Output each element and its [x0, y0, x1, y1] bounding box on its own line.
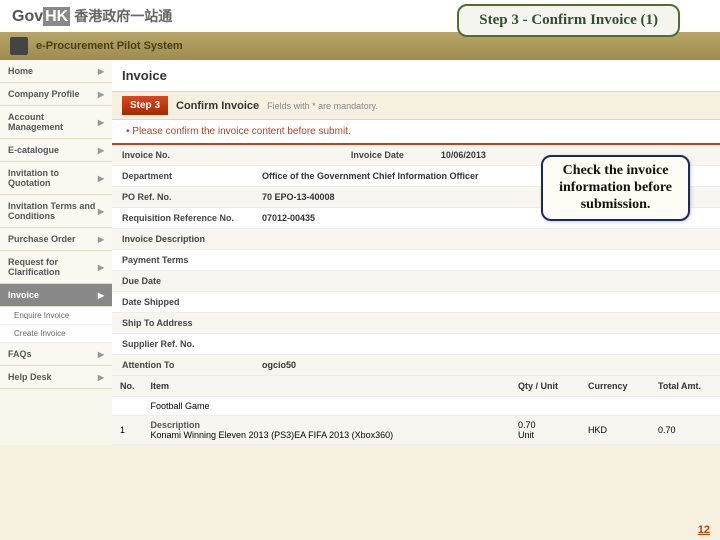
line-desc: Konami Winning Eleven 2013 (PS3)EA FIFA … [151, 430, 503, 440]
label-payment-terms: Payment Terms [112, 250, 252, 271]
label-req-ref: Requisition Reference No. [112, 208, 252, 229]
table-row: 1 Description Konami Winning Eleven 2013… [112, 416, 720, 445]
label-invoice-desc: Invoice Description [112, 229, 252, 250]
sidebar-sub-create-invoice[interactable]: Create Invoice [0, 325, 112, 343]
sidebar-item-invitation-quotation[interactable]: Invitation to Quotation▶ [0, 162, 112, 195]
col-item: Item [143, 376, 511, 397]
value-attention-to: ogcio50 [252, 355, 720, 376]
line-desc-label: Description [151, 420, 503, 430]
step-indicator: Step 3 Confirm Invoice Fields with * are… [112, 91, 720, 120]
sidebar-item-label: Request for Clarification [8, 257, 98, 277]
value-supplier-ref [252, 334, 720, 355]
sidebar-item-label: Purchase Order [8, 234, 76, 244]
chevron-right-icon: ▶ [98, 67, 104, 76]
slide-page-number: 12 [698, 524, 710, 536]
confirm-message: Please confirm the invoice content befor… [112, 120, 720, 145]
value-invoice-desc [252, 229, 720, 250]
step-title-callout: Step 3 - Confirm Invoice (1) [457, 4, 680, 37]
system-icon [10, 37, 28, 55]
sidebar: Home ▶ Company Profile ▶ Account Managemen… [0, 60, 112, 445]
sidebar-item-label: Company Profile [8, 89, 80, 99]
sidebar-item-ecatalogue[interactable]: E-catalogue ▶ [0, 139, 112, 162]
system-title: e-Procurement Pilot System [36, 40, 183, 52]
logo-chinese: 香港政府一站通 [74, 8, 172, 24]
chevron-right-icon: ▶ [98, 174, 104, 183]
label-date-shipped: Date Shipped [112, 292, 252, 313]
sidebar-item-helpdesk[interactable]: Help Desk ▶ [0, 366, 112, 389]
content-area: Invoice Step 3 Confirm Invoice Fields wi… [112, 60, 720, 445]
chevron-right-icon: ▶ [98, 118, 104, 127]
callout-line3: submission. [559, 197, 672, 214]
logo-suffix: HK [43, 7, 70, 26]
sidebar-item-company-profile[interactable]: Company Profile ▶ [0, 83, 112, 106]
line-currency: HKD [580, 416, 650, 445]
sidebar-item-account-management[interactable]: Account Management▶ [0, 106, 112, 139]
sidebar-item-faqs[interactable]: FAQs ▶ [0, 343, 112, 366]
chevron-right-icon: ▶ [98, 373, 104, 382]
label-supplier-ref: Supplier Ref. No. [112, 334, 252, 355]
step-name: Confirm Invoice [176, 100, 259, 112]
sidebar-item-label: FAQs [8, 349, 32, 359]
logo-prefix: Gov [12, 8, 43, 25]
line-header-row: No. Item Qty / Unit Currency Total Amt. [112, 376, 720, 397]
sidebar-item-invitation-terms[interactable]: Invitation Terms and Conditions▶ [0, 195, 112, 228]
label-attention-to: Attention To [112, 355, 252, 376]
step-badge: Step 3 [122, 96, 168, 115]
col-qty: Qty / Unit [510, 376, 580, 397]
main-wrap: Home ▶ Company Profile ▶ Account Managemen… [0, 60, 720, 445]
sidebar-item-invoice[interactable]: Invoice ▶ [0, 284, 112, 307]
gov-logo: GovHK香港政府一站通 [12, 6, 172, 26]
sidebar-item-label: Invoice [8, 290, 39, 300]
col-currency: Currency [580, 376, 650, 397]
line-qty: 0.70 [518, 420, 572, 430]
callout-line2: information before [559, 180, 672, 197]
chevron-right-icon: ▶ [98, 207, 104, 216]
value-date-shipped [252, 292, 720, 313]
page-title: Invoice [112, 60, 720, 91]
step-hint: Fields with * are mandatory. [267, 101, 378, 111]
value-due-date [252, 271, 720, 292]
sidebar-item-home[interactable]: Home ▶ [0, 60, 112, 83]
label-po-ref: PO Ref. No. [112, 187, 252, 208]
sidebar-item-purchase-order[interactable]: Purchase Order ▶ [0, 228, 112, 251]
sidebar-sub-enquire-invoice[interactable]: Enquire Invoice [0, 307, 112, 325]
label-invoice-no: Invoice No. [112, 145, 252, 166]
label-invoice-date: Invoice Date [341, 145, 431, 166]
label-ship-to: Ship To Address [112, 313, 252, 334]
sidebar-item-label: Home [8, 66, 33, 76]
sidebar-item-label: Invitation to Quotation [8, 168, 98, 188]
sidebar-item-label: Account Management [8, 112, 98, 132]
col-no: No. [112, 376, 143, 397]
line-item-name: Football Game [143, 397, 511, 416]
value-invoice-no [252, 145, 341, 166]
chevron-right-icon: ▶ [98, 350, 104, 359]
check-invoice-callout: Check the invoice information before sub… [541, 155, 690, 221]
chevron-right-icon: ▶ [98, 263, 104, 272]
value-ship-to [252, 313, 720, 334]
line-unit: Unit [518, 430, 572, 440]
sidebar-item-request-clarification[interactable]: Request for Clarification▶ [0, 251, 112, 284]
label-due-date: Due Date [112, 271, 252, 292]
line-items-table: No. Item Qty / Unit Currency Total Amt. … [112, 376, 720, 445]
col-total: Total Amt. [650, 376, 720, 397]
chevron-right-icon: ▶ [98, 90, 104, 99]
line-no: 1 [112, 416, 143, 445]
label-department: Department [112, 166, 252, 187]
chevron-right-icon: ▶ [98, 291, 104, 300]
sidebar-item-label: Help Desk [8, 372, 52, 382]
table-row: Football Game [112, 397, 720, 416]
top-header: GovHK香港政府一站通 Step 3 - Confirm Invoice (1… [0, 0, 720, 32]
value-payment-terms [252, 250, 720, 271]
sidebar-item-label: E-catalogue [8, 145, 59, 155]
callout-line1: Check the invoice [559, 163, 672, 180]
chevron-right-icon: ▶ [98, 235, 104, 244]
sidebar-item-label: Invitation Terms and Conditions [8, 201, 98, 221]
line-total: 0.70 [650, 416, 720, 445]
chevron-right-icon: ▶ [98, 146, 104, 155]
